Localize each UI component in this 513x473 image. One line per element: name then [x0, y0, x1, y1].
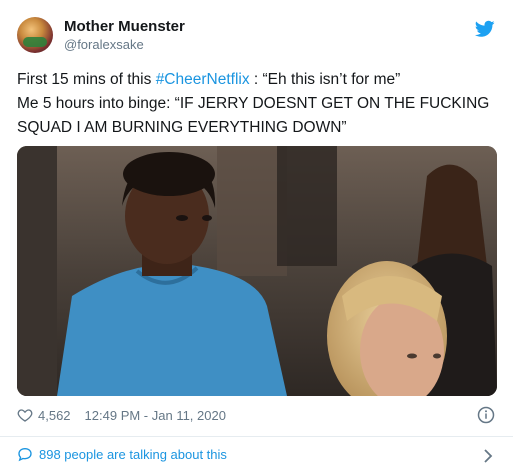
conversation-link[interactable]: 898 people are talking about this	[17, 446, 227, 462]
tweet-text-line2: Me 5 hours into binge: “IF JERRY DOESNT …	[17, 95, 490, 136]
tweet-meta: 4,562 12:49 PM - Jan 11, 2020	[17, 404, 226, 426]
tweet-text: First 15 mins of this #CheerNetflix : “E…	[17, 68, 497, 140]
info-icon[interactable]	[477, 406, 495, 424]
display-name[interactable]: Mother Muenster	[64, 18, 185, 36]
divider	[0, 436, 513, 437]
speech-bubble-icon	[18, 447, 32, 462]
twitter-bird-icon[interactable]	[475, 20, 495, 38]
tweet-timestamp[interactable]: 12:49 PM - Jan 11, 2020	[85, 408, 226, 423]
tweet-media-image[interactable]	[17, 146, 497, 396]
tweet-text-suffix: : “Eh this isn’t for me”	[249, 71, 401, 88]
chevron-right-icon[interactable]	[481, 448, 495, 464]
like-count[interactable]: 4,562	[38, 408, 71, 423]
hashtag-link[interactable]: #CheerNetflix	[156, 71, 250, 88]
user-handle[interactable]: @foralexsake	[64, 37, 144, 53]
heart-icon[interactable]	[17, 407, 33, 423]
avatar[interactable]	[17, 17, 53, 53]
tweet-embed-card: Mother Muenster @foralexsake First 15 mi…	[0, 0, 513, 473]
conversation-label[interactable]: 898 people are talking about this	[39, 447, 227, 462]
tweet-text-prefix: First 15 mins of this	[17, 71, 156, 88]
